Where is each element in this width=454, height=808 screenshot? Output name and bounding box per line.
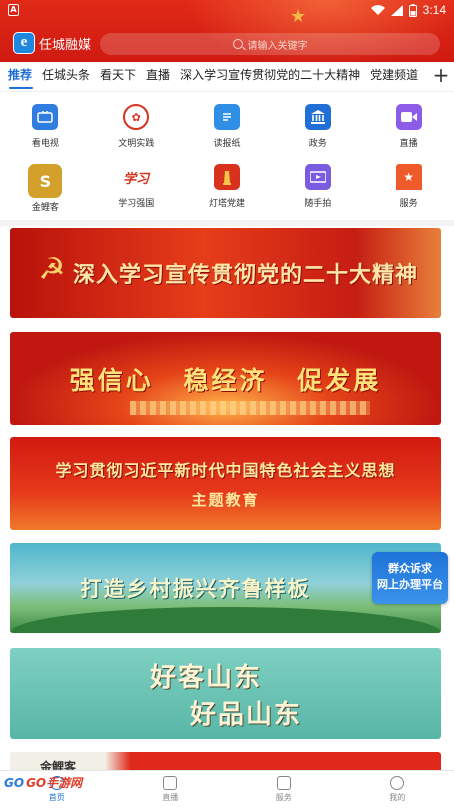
bookmark-icon [276, 776, 291, 790]
banner-title: 强信心 稳经济 促发展 [69, 365, 382, 395]
notification-a-icon: A [8, 4, 19, 16]
watermark-logo: GO GO手游网 [4, 774, 82, 791]
banner-title: 好客山东 [150, 662, 263, 693]
nav-service[interactable]: 服务 [227, 771, 341, 808]
search-placeholder: 请输入关键字 [247, 40, 308, 52]
service-grid: 看电视 ✿ 文明实践 读报纸 政务 直播 S 金鲤客 学习 学习强国 灯塔党建 [0, 96, 454, 218]
banner-thought-education[interactable]: 学习贯彻习近平新时代中国特色社会主义思想 主题教育 [10, 437, 441, 530]
party-emblem-icon: ☭ [38, 252, 66, 287]
search-bar[interactable]: 请输入关键字 [100, 33, 440, 55]
banner-economy[interactable]: 强信心 稳经济 促发展 [10, 332, 441, 425]
nav-label: 首页 [48, 793, 65, 802]
nav-mine[interactable]: 我的 [341, 771, 454, 808]
grid-item-service[interactable]: ★ 服务 [363, 156, 454, 216]
float-line2: 网上办理平台 [377, 578, 443, 591]
app-logo: e 任城融媒 [13, 32, 91, 54]
tab-recommend[interactable]: 推荐 [0, 62, 37, 91]
grid-item-label: 政务 [308, 139, 327, 149]
flower-emblem-icon: ✿ [123, 104, 150, 130]
channel-tabs: 推荐 任城头条 看天下 直播 深入学习宣传贯彻党的二十大精神 党建频道 + [0, 62, 454, 92]
grid-item-live[interactable]: 直播 [363, 96, 454, 156]
nav-live[interactable]: 直播 [114, 771, 228, 808]
star-decoration-icon: ★ [290, 6, 307, 27]
tab-rencheng-headlines[interactable]: 任城头条 [37, 62, 95, 91]
clock: 3:14 [422, 3, 446, 17]
top-header: A 3:14 ★ e 任城融媒 请输入关键字 [0, 0, 454, 62]
government-building-icon [304, 104, 331, 130]
grid-item-snapshot[interactable]: 随手拍 [272, 156, 363, 216]
grid-item-label: 直播 [399, 139, 418, 149]
tab-party-building[interactable]: 党建频道 [365, 62, 423, 91]
nav-label: 我的 [389, 793, 406, 802]
play-icon [163, 776, 178, 790]
tab-live[interactable]: 直播 [141, 62, 175, 91]
banner-title: 深入学习宣传贯彻党的二十大精神 [72, 263, 418, 288]
grid-item-label: 服务 [399, 199, 418, 209]
grid-item-label: 学习强国 [118, 199, 155, 209]
grid-item-label: 金鲤客 [31, 203, 59, 213]
banner-title: 学习贯彻习近平新时代中国特色社会主义思想 [55, 461, 396, 480]
film-camera-icon [304, 164, 331, 190]
watermark-part1: GO [4, 775, 25, 790]
city-skyline-decoration [130, 401, 370, 415]
nav-label: 直播 [162, 793, 179, 802]
watermark-part2: GO手游网 [26, 776, 83, 790]
grid-item-tv[interactable]: 看电视 [0, 96, 91, 156]
float-line1: 群众诉求 [388, 562, 432, 575]
tv-icon [32, 104, 59, 130]
nav-label: 服务 [275, 793, 292, 802]
grid-item-label: 文明实践 [118, 139, 155, 149]
section-divider [0, 220, 454, 226]
grid-item-newspaper[interactable]: 读报纸 [182, 96, 273, 156]
lighthouse-icon [213, 164, 240, 190]
bookmark-star-icon: ★ [395, 164, 422, 190]
newspaper-icon [213, 104, 240, 130]
grid-item-label: 看电视 [31, 139, 59, 149]
public-appeal-float-button[interactable]: 群众诉求 网上办理平台 [372, 552, 448, 604]
grid-item-label: 灯塔党建 [208, 199, 245, 209]
banner-hospitable-shandong[interactable]: 好客山东 好品山东 [10, 648, 441, 739]
grid-item-label: 随手拍 [304, 199, 332, 209]
banner-twentieth-congress[interactable]: ☭ 深入学习宣传贯彻党的二十大精神 [10, 228, 441, 318]
xuexi-qiangguo-icon: 学习 [121, 164, 152, 190]
tab-twentieth-congress[interactable]: 深入学习宣传贯彻党的二十大精神 [175, 62, 365, 91]
grid-item-xuexi[interactable]: 学习 学习强国 [91, 156, 182, 216]
grid-item-government[interactable]: 政务 [272, 96, 363, 156]
banner-title: 打造乡村振兴齐鲁样板 [80, 577, 311, 601]
grid-item-label: 读报纸 [213, 139, 241, 149]
battery-icon [408, 3, 417, 17]
add-channel-button[interactable]: + [428, 62, 454, 91]
search-icon [232, 39, 243, 49]
grid-item-civilization[interactable]: ✿ 文明实践 [91, 96, 182, 156]
hills-decoration [10, 607, 441, 633]
golden-carp-icon: S [28, 164, 63, 198]
banner-subtitle: 好品山东 [190, 699, 303, 730]
tab-world[interactable]: 看天下 [95, 62, 141, 91]
app-root: A 3:14 ★ e 任城融媒 请输入关键字 推荐 任城头条 看天下 直播 深入… [0, 0, 454, 808]
banner-subtitle: 主题教育 [191, 491, 260, 509]
user-icon [390, 776, 405, 790]
grid-item-lighthouse[interactable]: 灯塔党建 [182, 156, 273, 216]
signal-icon [390, 4, 403, 16]
app-logo-icon: e [13, 32, 35, 54]
grid-item-golden-carp[interactable]: S 金鲤客 [0, 156, 91, 216]
video-camera-icon [395, 104, 422, 130]
wifi-icon [370, 4, 385, 15]
status-bar: A 3:14 [0, 0, 454, 22]
app-name: 任城融媒 [39, 37, 92, 53]
